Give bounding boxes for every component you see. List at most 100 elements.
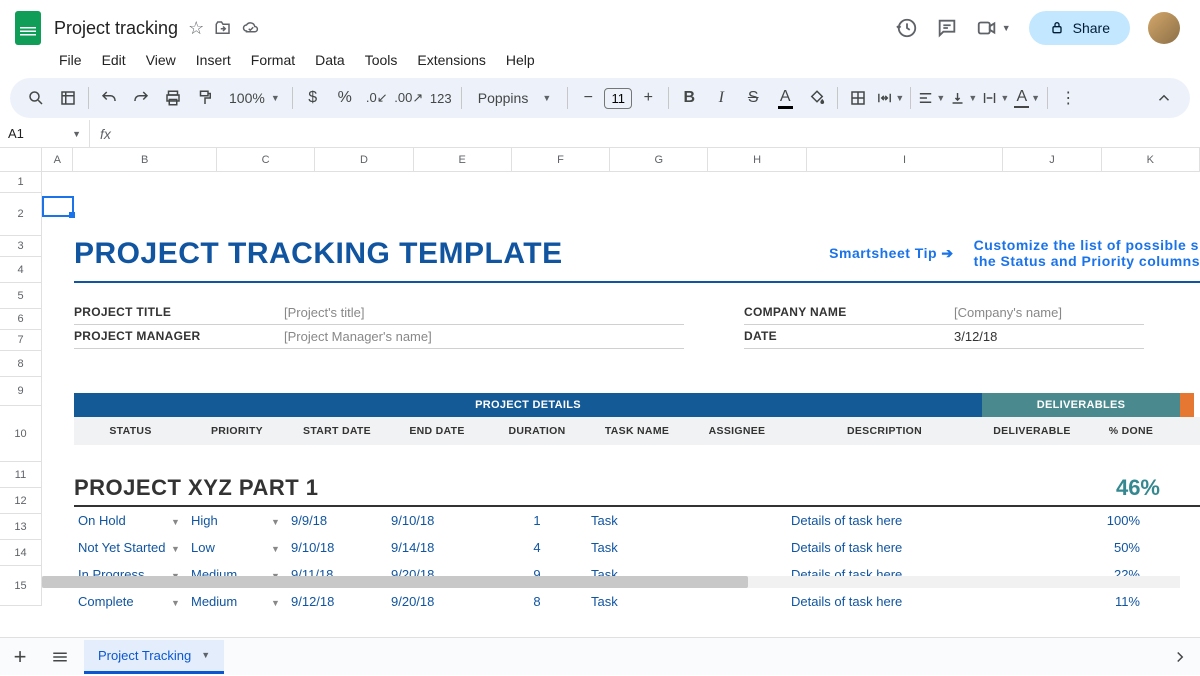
task-pct[interactable]: 11% (1082, 594, 1180, 609)
strikethrough-icon[interactable]: S (739, 84, 767, 112)
task-priority[interactable]: High▼ (187, 513, 287, 528)
task-description[interactable]: Details of task here (787, 540, 982, 555)
paint-format-icon[interactable] (191, 84, 219, 112)
col-header-B[interactable]: B (73, 148, 217, 172)
font-family-dropdown[interactable]: Poppins▼ (468, 90, 562, 106)
percent-icon[interactable]: % (331, 84, 359, 112)
task-description[interactable]: Details of task here (787, 513, 982, 528)
formula-bar[interactable] (121, 120, 1200, 147)
row-header-5[interactable]: 5 (0, 283, 42, 309)
row-header-1[interactable]: 1 (0, 172, 42, 193)
collapse-toolbar-icon[interactable] (1150, 84, 1178, 112)
info-value[interactable]: [Project Manager's name] (284, 329, 432, 344)
task-status[interactable]: On Hold▼ (74, 513, 187, 528)
horizontal-scrollbar[interactable] (42, 576, 1180, 588)
row-header-2[interactable]: 2 (0, 193, 42, 236)
undo-icon[interactable] (95, 84, 123, 112)
sheets-logo[interactable] (8, 8, 48, 48)
name-box[interactable]: A1▼ (0, 120, 90, 147)
borders-icon[interactable] (844, 84, 872, 112)
info-value[interactable]: [Company's name] (954, 305, 1062, 320)
add-sheet-icon[interactable]: + (0, 638, 40, 676)
info-value[interactable]: 3/12/18 (954, 329, 997, 344)
task-row[interactable]: Not Yet Started▼Low▼9/10/189/14/184TaskD… (74, 534, 1200, 561)
sheet-tab[interactable]: Project Tracking ▼ (84, 640, 224, 674)
row-header-3[interactable]: 3 (0, 236, 42, 257)
row-header-14[interactable]: 14 (0, 540, 42, 566)
vertical-align-icon[interactable]: ▼ (949, 84, 977, 112)
row-header-4[interactable]: 4 (0, 257, 42, 283)
row-header-12[interactable]: 12 (0, 488, 42, 514)
increase-decimal-icon[interactable]: .00↗ (395, 84, 423, 112)
task-end[interactable]: 9/10/18 (387, 513, 487, 528)
smartsheet-tip-link[interactable]: Smartsheet Tip ➔ (829, 237, 974, 262)
dropdown-caret-icon[interactable]: ▼ (271, 517, 280, 527)
col-header-I[interactable]: I (807, 148, 1004, 172)
merge-cells-icon[interactable]: ▼ (876, 84, 904, 112)
row-header-8[interactable]: 8 (0, 351, 42, 377)
menu-format[interactable]: Format (242, 48, 304, 72)
bold-icon[interactable]: B (675, 84, 703, 112)
sheet-tab-menu-icon[interactable]: ▼ (201, 650, 210, 660)
task-priority[interactable]: Low▼ (187, 540, 287, 555)
col-header-J[interactable]: J (1003, 148, 1101, 172)
menu-insert[interactable]: Insert (187, 48, 240, 72)
col-header-E[interactable]: E (414, 148, 512, 172)
col-header-A[interactable]: A (42, 148, 73, 172)
increase-font-icon[interactable]: + (634, 84, 662, 112)
task-end[interactable]: 9/20/18 (387, 594, 487, 609)
cloud-saved-icon[interactable] (242, 18, 260, 39)
task-pct[interactable]: 50% (1082, 540, 1180, 555)
task-duration[interactable]: 1 (487, 513, 587, 528)
dropdown-caret-icon[interactable]: ▼ (171, 598, 180, 608)
task-status[interactable]: Not Yet Started▼ (74, 540, 187, 555)
more-toolbar-icon[interactable]: ⋮ (1054, 84, 1082, 112)
task-start[interactable]: 9/9/18 (287, 513, 387, 528)
col-header-K[interactable]: K (1102, 148, 1200, 172)
print-icon[interactable] (159, 84, 187, 112)
comments-icon[interactable] (936, 17, 958, 39)
task-start[interactable]: 9/12/18 (287, 594, 387, 609)
menu-file[interactable]: File (50, 48, 91, 72)
italic-icon[interactable]: I (707, 84, 735, 112)
row-col-icon[interactable] (54, 84, 82, 112)
meet-icon[interactable]: ▼ (976, 17, 1011, 39)
dropdown-caret-icon[interactable]: ▼ (271, 544, 280, 554)
task-start[interactable]: 9/10/18 (287, 540, 387, 555)
menu-extensions[interactable]: Extensions (408, 48, 494, 72)
menu-view[interactable]: View (137, 48, 185, 72)
font-size-input[interactable] (604, 88, 632, 109)
menu-data[interactable]: Data (306, 48, 354, 72)
dropdown-caret-icon[interactable]: ▼ (171, 517, 180, 527)
more-formats-icon[interactable]: 123 (427, 84, 455, 112)
task-priority[interactable]: Medium▼ (187, 594, 287, 609)
fill-color-icon[interactable] (803, 84, 831, 112)
dropdown-caret-icon[interactable]: ▼ (171, 544, 180, 554)
menu-help[interactable]: Help (497, 48, 544, 72)
decrease-font-icon[interactable]: − (574, 84, 602, 112)
info-value[interactable]: [Project's title] (284, 305, 365, 320)
row-header-15[interactable]: 15 (0, 566, 42, 606)
col-header-D[interactable]: D (315, 148, 413, 172)
all-sheets-icon[interactable] (40, 638, 80, 676)
decrease-decimal-icon[interactable]: .0↙ (363, 84, 391, 112)
menu-edit[interactable]: Edit (93, 48, 135, 72)
task-status[interactable]: Complete▼ (74, 594, 187, 609)
document-title[interactable]: Project tracking (54, 18, 178, 39)
share-button[interactable]: Share (1029, 11, 1130, 45)
move-icon[interactable] (214, 18, 232, 39)
col-header-F[interactable]: F (512, 148, 610, 172)
task-duration[interactable]: 4 (487, 540, 587, 555)
search-icon[interactable] (22, 84, 50, 112)
row-header-13[interactable]: 13 (0, 514, 42, 540)
row-header-11[interactable]: 11 (0, 462, 42, 488)
redo-icon[interactable] (127, 84, 155, 112)
col-header-H[interactable]: H (708, 148, 806, 172)
zoom-dropdown[interactable]: 100%▼ (223, 90, 286, 106)
row-header-10[interactable]: 10 (0, 406, 42, 462)
row-header-7[interactable]: 7 (0, 330, 42, 351)
text-rotation-icon[interactable]: A▼ (1013, 84, 1041, 112)
task-task[interactable]: Task (587, 540, 687, 555)
star-icon[interactable]: ☆ (188, 18, 204, 39)
col-header-G[interactable]: G (610, 148, 708, 172)
